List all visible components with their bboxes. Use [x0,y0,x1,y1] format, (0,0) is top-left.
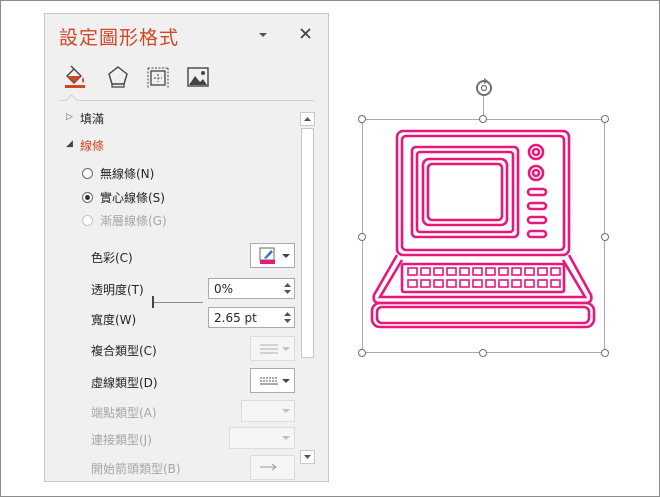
transparency-slider-handle[interactable] [152,296,154,308]
active-tab-caret [65,94,78,107]
picture-icon[interactable] [184,64,212,90]
transparency-field[interactable]: 0% [208,278,295,299]
width-value: 2.65 pt [214,311,257,325]
chevron-down-icon [282,436,290,440]
no-line-radio[interactable] [82,168,93,179]
chevron-down-icon [282,409,290,413]
close-icon[interactable] [297,25,315,43]
color-picker-button[interactable] [250,243,295,268]
pane-scrollbar[interactable] [300,112,315,464]
format-shape-pane: 設定圖形格式 ▷ 填滿 ◢ 線條 無線條(N) 實心線條(S) 漸層線條(G) … [44,13,329,482]
collapse-arrow-icon: ◢ [66,139,73,149]
fill-line-icon[interactable] [61,64,89,90]
no-line-label: 無線條(N) [100,167,155,181]
solid-line-label: 實心線條(S) [100,191,165,205]
scroll-up-button[interactable] [300,112,315,126]
color-label: 色彩(C) [91,251,133,265]
pane-options-icon[interactable] [255,28,271,42]
transparency-slider-track[interactable] [153,302,203,303]
chevron-down-icon [282,347,290,351]
dash-type-dropdown[interactable] [250,368,295,393]
expand-arrow-icon: ▷ [66,112,73,122]
gradient-line-label: 漸層線條(G) [100,214,167,228]
join-type-label: 連接類型(J) [91,433,152,447]
solid-line-radio[interactable] [82,192,93,203]
pane-tabs [55,64,315,94]
scroll-thumb[interactable] [301,128,314,358]
laptop-outline-icon[interactable] [362,119,605,353]
spin-arrows-icon[interactable] [282,309,293,326]
effects-icon[interactable] [104,64,132,90]
tab-divider [59,100,314,101]
section-fill-label: 填滿 [80,112,105,126]
compound-type-dropdown [250,336,295,361]
arrow-line-icon [260,463,277,471]
begin-arrow-type-label: 開始箭頭類型(B) [91,462,181,476]
width-field[interactable]: 2.65 pt [208,307,295,328]
chevron-down-icon [282,254,290,258]
chevron-down-icon [282,379,290,383]
scroll-down-button[interactable] [300,450,315,464]
rotate-handle-stem [483,96,484,116]
transparency-label: 透明度(T) [91,283,144,297]
compound-type-label: 複合類型(C) [91,344,157,358]
rotate-handle-icon[interactable] [472,76,496,100]
width-label: 寬度(W) [91,313,137,327]
dash-type-label: 虛線類型(D) [91,376,158,390]
compound-lines-icon [260,344,278,354]
cap-type-label: 端點類型(A) [91,406,157,420]
spin-arrows-icon[interactable] [282,280,293,297]
pen-color-icon [259,247,275,264]
cap-type-dropdown [241,400,295,422]
section-line-label: 線條 [80,139,105,153]
begin-arrow-type-dropdown [250,455,295,480]
dash-lines-icon [260,377,278,385]
join-type-dropdown [229,427,295,449]
transparency-value: 0% [214,282,234,296]
pane-title: 設定圖形格式 [59,27,180,49]
size-properties-icon[interactable] [144,64,172,90]
gradient-line-radio [82,215,93,226]
